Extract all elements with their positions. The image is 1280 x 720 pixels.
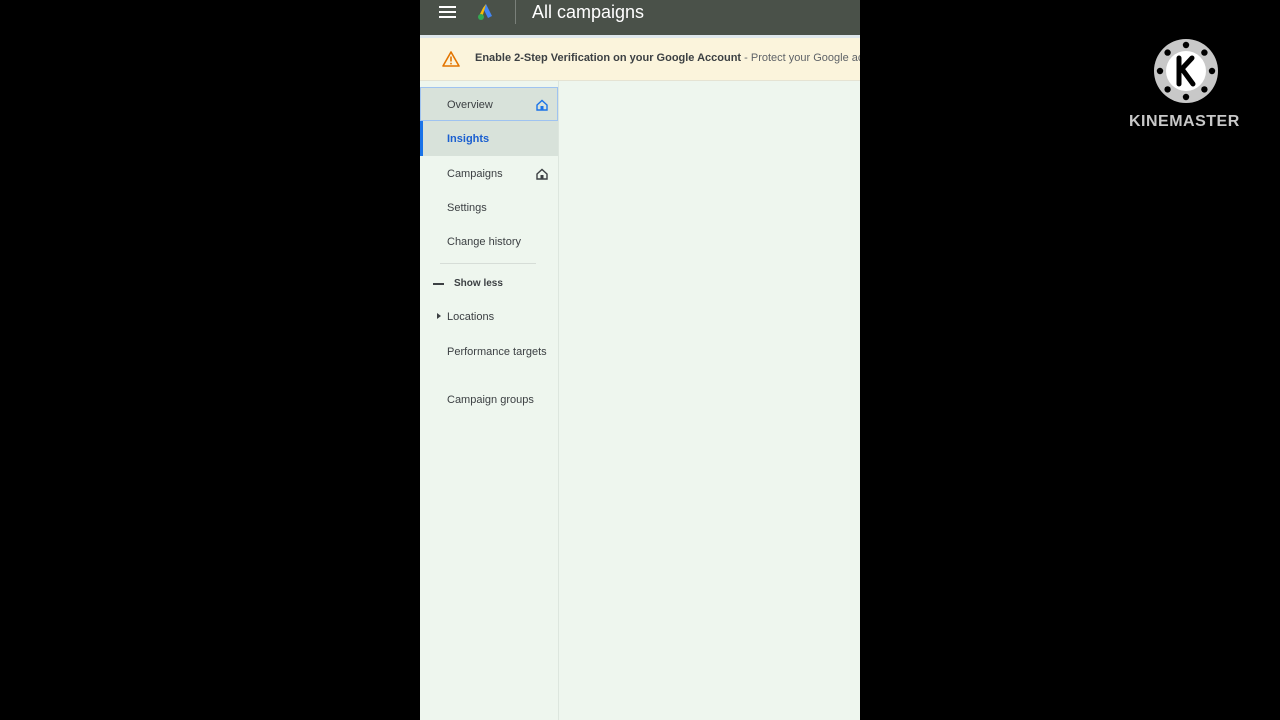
show-less-toggle[interactable]: Show less bbox=[420, 273, 558, 295]
sidebar-item-label: Settings bbox=[447, 202, 487, 214]
sidebar-divider bbox=[440, 263, 536, 264]
banner-message: Enable 2-Step Verification on your Googl… bbox=[475, 52, 860, 64]
sidebar-item-campaigns[interactable]: Campaigns bbox=[420, 156, 558, 190]
banner-bold-text: Enable 2-Step Verification on your Googl… bbox=[475, 52, 742, 64]
sidebar-item-label: Locations bbox=[447, 311, 495, 323]
sidebar-item-campaign-groups[interactable]: Campaign groups bbox=[420, 389, 558, 413]
kinemaster-logo-icon bbox=[1154, 39, 1218, 103]
google-ads-logo-icon[interactable] bbox=[475, 2, 497, 22]
minus-icon bbox=[433, 283, 444, 285]
sidebar-item-performance-targets[interactable]: Performance targets bbox=[420, 343, 558, 377]
sidebar-item-label: Overview bbox=[447, 99, 493, 111]
sidebar-item-label: Insights bbox=[447, 133, 490, 145]
watermark-text: KINEMASTER bbox=[1129, 113, 1240, 130]
home-icon bbox=[536, 168, 548, 180]
sidebar-item-label: Campaign groups bbox=[447, 394, 534, 406]
sidebar-item-change-history[interactable]: Change history bbox=[420, 225, 558, 259]
page-title: All campaigns bbox=[532, 2, 645, 22]
app-screen: All campaigns Enable 2-Step Verification… bbox=[420, 0, 860, 720]
show-less-label: Show less bbox=[454, 278, 503, 289]
sidebar-item-locations[interactable]: Locations bbox=[420, 305, 558, 329]
sidebar-item-overview[interactable]: Overview bbox=[420, 87, 558, 121]
sidebar-item-settings[interactable]: Settings bbox=[420, 191, 558, 225]
verification-banner[interactable]: Enable 2-Step Verification on your Googl… bbox=[420, 38, 860, 81]
sidebar-nav: Overview Insights Campaigns Settings Cha… bbox=[420, 81, 559, 720]
sidebar-item-label: Performance targets bbox=[447, 346, 547, 358]
banner-rest-text: - Protect your Google acco bbox=[744, 52, 860, 64]
title-divider bbox=[515, 0, 516, 24]
home-icon bbox=[536, 99, 548, 111]
sidebar-item-insights[interactable]: Insights bbox=[420, 121, 558, 156]
top-app-bar: All campaigns bbox=[420, 0, 860, 35]
warning-triangle-icon bbox=[442, 51, 460, 67]
hamburger-menu-icon[interactable] bbox=[439, 6, 457, 20]
sidebar-item-label: Change history bbox=[447, 236, 521, 248]
sidebar-item-label: Campaigns bbox=[447, 168, 503, 180]
caret-right-icon[interactable] bbox=[437, 313, 441, 319]
selected-indicator bbox=[420, 121, 423, 156]
